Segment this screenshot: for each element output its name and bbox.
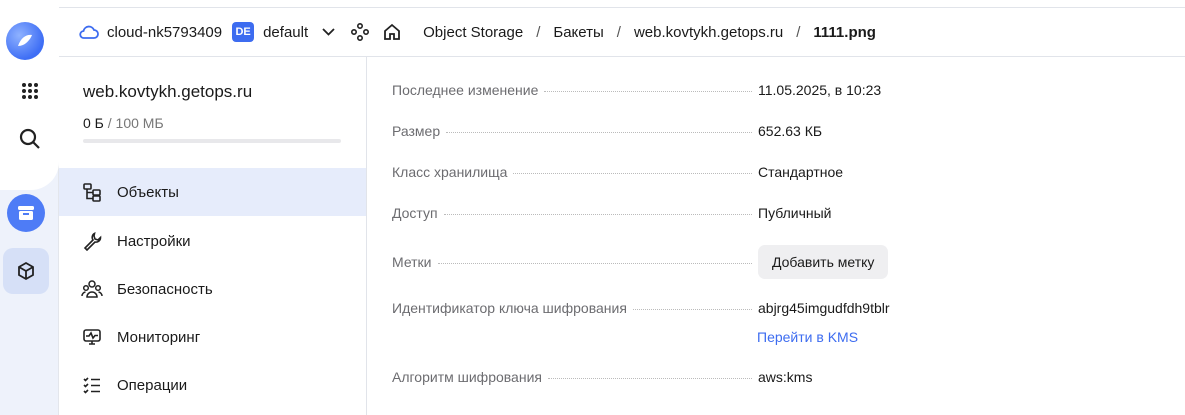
- cloud-selector[interactable]: cloud-nk5793409: [79, 24, 222, 41]
- leader-dots: [547, 378, 752, 379]
- object-storage-icon: [7, 194, 45, 232]
- detail-row-modified: Последнее изменение 11.05.2025, в 10:23: [392, 82, 1152, 98]
- folder-selector[interactable]: DE default: [222, 22, 335, 42]
- breadcrumb-object-storage[interactable]: Object Storage: [423, 24, 523, 41]
- detail-row-encryption-key: Идентификатор ключа шифрования abjrg45im…: [392, 300, 1152, 316]
- detail-value: aws:kms: [758, 369, 813, 385]
- detail-value: 11.05.2025, в 10:23: [758, 82, 882, 98]
- object-storage-button[interactable]: [3, 190, 49, 236]
- detail-label: Последнее изменение: [392, 82, 539, 98]
- search-icon[interactable]: [0, 126, 59, 152]
- breadcrumb-buckets[interactable]: Бакеты: [553, 24, 603, 41]
- breadcrumb-bucket[interactable]: web.kovtykh.getops.ru: [634, 24, 783, 41]
- cloud-name: cloud-nk5793409: [107, 23, 223, 41]
- wrench-icon: [59, 231, 117, 251]
- detail-label: Алгоритм шифрования: [392, 369, 542, 385]
- leader-dots: [632, 309, 752, 310]
- quota-used: 0 Б: [83, 115, 104, 131]
- sidebar-item-operations[interactable]: Операции: [59, 361, 366, 409]
- package-icon: [18, 261, 34, 281]
- detail-label: Доступ: [392, 205, 438, 221]
- detail-label: Идентификатор ключа шифрования: [392, 300, 627, 316]
- detail-value: Стандартное: [758, 164, 844, 180]
- quota-text: 0 Б / 100 МБ: [83, 115, 164, 131]
- detail-label: Размер: [392, 123, 441, 139]
- leader-dots: [513, 173, 752, 174]
- cloud-icon: [79, 25, 99, 39]
- detail-row-size: Размер 652.63 КБ: [392, 123, 1152, 139]
- sidebar-item-security[interactable]: Безопасность: [59, 265, 366, 313]
- sidebar-item-objects[interactable]: Объекты: [59, 168, 366, 216]
- logo-icon[interactable]: [6, 22, 44, 60]
- home-icon[interactable]: [383, 23, 401, 41]
- bucket-sidebar: web.kovtykh.getops.ru 0 Б / 100 МБ Объек…: [59, 57, 367, 415]
- add-tag-button[interactable]: Добавить метку: [758, 245, 889, 279]
- apps-grid-icon[interactable]: [0, 78, 59, 104]
- detail-label: Класс хранилища: [392, 164, 508, 180]
- detail-row-encryption-algorithm: Алгоритм шифрования aws:kms: [392, 369, 1152, 385]
- sidebar-item-monitoring[interactable]: Мониторинг: [59, 313, 366, 361]
- detail-value: abjrg45imgudfdh9tblr: [758, 300, 890, 316]
- leader-dots: [446, 132, 752, 133]
- objects-icon: [59, 182, 117, 202]
- go-to-kms-link[interactable]: Перейти в KMS: [757, 329, 858, 345]
- quota-progress-bar: [83, 139, 341, 143]
- sidebar-item-label: Настройки: [117, 232, 191, 250]
- monitor-icon: [59, 327, 117, 347]
- left-rail: [0, 0, 59, 415]
- detail-row-storage-class: Класс хранилища Стандартное: [392, 164, 1152, 180]
- breadcrumb-current: 1111.png: [813, 23, 876, 41]
- chevron-down-icon: [322, 28, 335, 36]
- leader-dots: [437, 263, 752, 264]
- detail-row-access: Доступ Публичный: [392, 205, 1152, 221]
- detail-value: Публичный: [758, 205, 832, 221]
- detail-label: Метки: [392, 254, 432, 270]
- breadcrumb-separator: /: [796, 23, 801, 41]
- folder-name: default: [263, 23, 309, 41]
- folder-badge: DE: [232, 22, 255, 42]
- breadcrumb-separator: /: [616, 23, 621, 41]
- detail-value: 652.63 КБ: [758, 123, 823, 139]
- bucket-title: web.kovtykh.getops.ru: [83, 82, 253, 101]
- sidebar-item-label: Операции: [117, 376, 188, 394]
- list-icon: [59, 375, 117, 395]
- sidebar-item-settings[interactable]: Настройки: [59, 217, 366, 265]
- sidebar-item-label: Мониторинг: [117, 328, 201, 346]
- top-bar: cloud-nk5793409 DE default Object Storag…: [59, 7, 1185, 57]
- sidebar-item-label: Объекты: [117, 183, 179, 201]
- package-button[interactable]: [3, 248, 49, 294]
- sidebar-item-label: Безопасность: [117, 280, 213, 298]
- leader-dots: [544, 91, 752, 92]
- services-icon[interactable]: [351, 23, 370, 41]
- leader-dots: [443, 214, 752, 215]
- breadcrumb-separator: /: [536, 23, 541, 41]
- quota-max: / 100 МБ: [103, 115, 164, 131]
- users-icon: [59, 279, 117, 299]
- detail-row-tags: Метки Добавить метку: [392, 245, 1152, 279]
